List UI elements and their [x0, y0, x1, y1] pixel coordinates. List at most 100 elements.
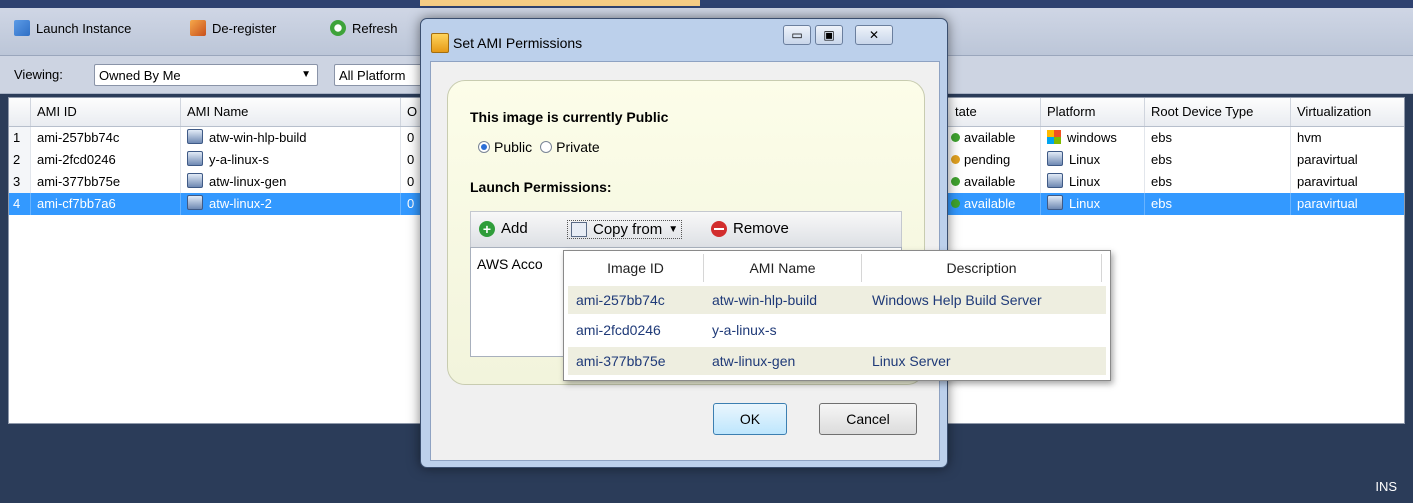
- copy-from-button[interactable]: Copy from ▼: [567, 220, 683, 239]
- close-icon: ✕: [868, 28, 880, 42]
- popup-description: [864, 316, 1106, 344]
- ami-name-cell: atw-win-hlp-build: [181, 127, 401, 149]
- state-cell: available: [949, 171, 1041, 193]
- image-status-text: This image is currently Public: [470, 109, 669, 125]
- row-number: 1: [9, 127, 31, 149]
- deregister-button[interactable]: De-register: [190, 18, 276, 38]
- root-device-cell: ebs: [1145, 193, 1291, 215]
- list-item[interactable]: ami-257bb74c atw-win-hlp-build Windows H…: [568, 286, 1106, 314]
- remove-icon: [711, 220, 727, 237]
- status-available-icon: [951, 133, 960, 142]
- windows-icon: [1047, 130, 1061, 144]
- copy-from-dropdown: Image ID AMI Name Description ami-257bb7…: [563, 250, 1111, 381]
- top-accent-bar: [0, 0, 1413, 8]
- status-available-icon: [951, 199, 960, 208]
- package-icon: [431, 33, 449, 53]
- copy-icon: [571, 222, 587, 237]
- ok-button[interactable]: OK: [713, 403, 787, 435]
- platform-cell: windows: [1041, 127, 1145, 149]
- state-cell: available: [949, 127, 1041, 149]
- remove-button[interactable]: Remove: [711, 220, 789, 237]
- column-header-platform[interactable]: Platform: [1041, 98, 1145, 126]
- launch-icon: [14, 20, 30, 36]
- ami-id-cell: ami-2fcd0246: [31, 149, 181, 171]
- launch-instance-label: Launch Instance: [36, 20, 132, 36]
- close-button[interactable]: ✕: [855, 25, 893, 45]
- ami-name-cell: atw-linux-2: [181, 193, 401, 215]
- ami-id-cell: ami-cf7bb7a6: [31, 193, 181, 215]
- active-tab-indicator: [420, 0, 700, 6]
- linux-icon: [1047, 151, 1063, 166]
- add-label: Add: [501, 220, 528, 237]
- ami-icon: [187, 129, 203, 144]
- popup-description: Windows Help Build Server: [872, 292, 1042, 308]
- popup-description: Linux Server: [872, 353, 951, 369]
- account-column-header: AWS Acco: [477, 256, 543, 272]
- column-header-state[interactable]: tate: [949, 98, 1041, 126]
- popup-header-ami-name: AMI Name: [704, 254, 862, 282]
- add-button[interactable]: + Add: [479, 220, 528, 237]
- row-number-header: [9, 98, 31, 126]
- chevron-down-icon: ▼: [668, 224, 679, 235]
- deregister-label: De-register: [212, 20, 277, 36]
- row-number: 2: [9, 149, 31, 171]
- deregister-icon: [190, 20, 206, 36]
- virtualization-cell: paravirtual: [1291, 193, 1404, 215]
- virtualization-cell: paravirtual: [1291, 171, 1404, 193]
- state-cell: pending: [949, 149, 1041, 171]
- linux-icon: [1047, 173, 1063, 188]
- ami-icon: [187, 173, 203, 188]
- owner-filter-value: Owned By Me: [99, 67, 181, 83]
- add-icon: +: [479, 220, 495, 237]
- chevron-down-icon: ▼: [301, 69, 311, 80]
- launch-instance-button[interactable]: Launch Instance: [14, 18, 131, 38]
- public-radio-label: Public: [494, 139, 533, 155]
- popup-image-id: ami-377bb75e: [576, 353, 666, 369]
- refresh-icon: [330, 20, 346, 36]
- set-ami-permissions-dialog: Set AMI Permissions ▭ ▣ ✕ This image is …: [420, 18, 948, 468]
- linux-icon: [1047, 195, 1063, 210]
- root-device-cell: ebs: [1145, 171, 1291, 193]
- copy-from-label: Copy from: [593, 221, 663, 238]
- ami-icon: [187, 151, 203, 166]
- list-item[interactable]: ami-377bb75e atw-linux-gen Linux Server: [568, 347, 1106, 375]
- column-header-root-device[interactable]: Root Device Type: [1145, 98, 1291, 126]
- row-number: 3: [9, 171, 31, 193]
- column-header-ami-name[interactable]: AMI Name: [181, 98, 401, 126]
- column-header-ami-id[interactable]: AMI ID: [31, 98, 181, 126]
- ami-name-cell: y-a-linux-s: [181, 149, 401, 171]
- ami-id-cell: ami-377bb75e: [31, 171, 181, 193]
- list-item[interactable]: ami-2fcd0246 y-a-linux-s: [568, 316, 1106, 344]
- platform-cell: Linux: [1041, 171, 1145, 193]
- popup-ami-name: y-a-linux-s: [712, 322, 777, 338]
- popup-image-id: ami-257bb74c: [576, 292, 665, 308]
- platform-cell: Linux: [1041, 193, 1145, 215]
- status-pending-icon: [951, 155, 960, 164]
- visibility-radio-group: Public Private: [478, 139, 600, 155]
- launch-permissions-label: Launch Permissions:: [470, 179, 612, 195]
- public-radio[interactable]: [478, 141, 490, 153]
- popup-image-id: ami-2fcd0246: [576, 322, 661, 338]
- dialog-title: Set AMI Permissions: [453, 35, 583, 51]
- refresh-button[interactable]: Refresh: [330, 18, 398, 38]
- root-device-cell: ebs: [1145, 149, 1291, 171]
- state-cell: available: [949, 193, 1041, 215]
- permissions-toolbar: + Add Copy from ▼ Remove: [470, 211, 902, 249]
- insert-mode-indicator: INS: [1375, 479, 1397, 494]
- column-header-virtualization[interactable]: Virtualization: [1291, 98, 1404, 126]
- popup-header-description: Description: [862, 254, 1102, 282]
- status-bar: INS: [0, 470, 1413, 503]
- owner-filter-select[interactable]: Owned By Me ▼: [94, 64, 318, 86]
- row-number: 4: [9, 193, 31, 215]
- platform-filter-value: All Platform: [339, 67, 406, 83]
- minimize-button[interactable]: ▭: [783, 25, 811, 45]
- status-available-icon: [951, 177, 960, 186]
- popup-ami-name: atw-linux-gen: [712, 353, 796, 369]
- refresh-label: Refresh: [352, 20, 398, 36]
- private-radio[interactable]: [540, 141, 553, 153]
- maximize-button[interactable]: ▣: [815, 25, 843, 45]
- ami-id-cell: ami-257bb74c: [31, 127, 181, 149]
- viewing-label: Viewing:: [14, 67, 63, 82]
- cancel-button[interactable]: Cancel: [819, 403, 917, 435]
- popup-header-image-id: Image ID: [568, 254, 704, 282]
